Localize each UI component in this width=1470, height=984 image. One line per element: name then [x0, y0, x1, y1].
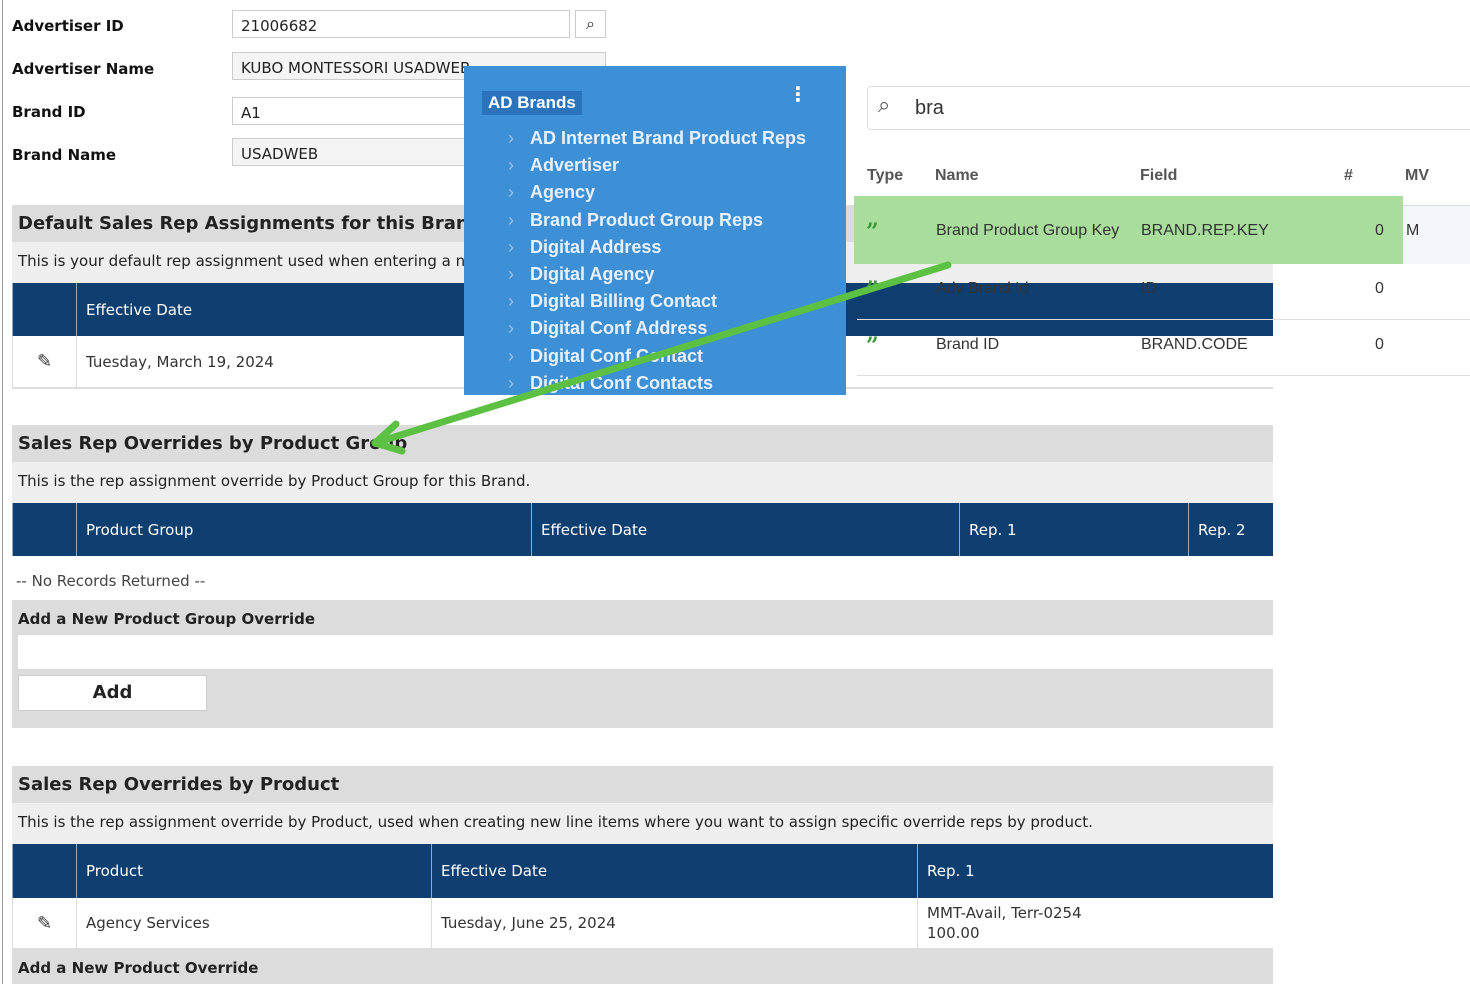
annotation-arrow [371, 261, 952, 455]
